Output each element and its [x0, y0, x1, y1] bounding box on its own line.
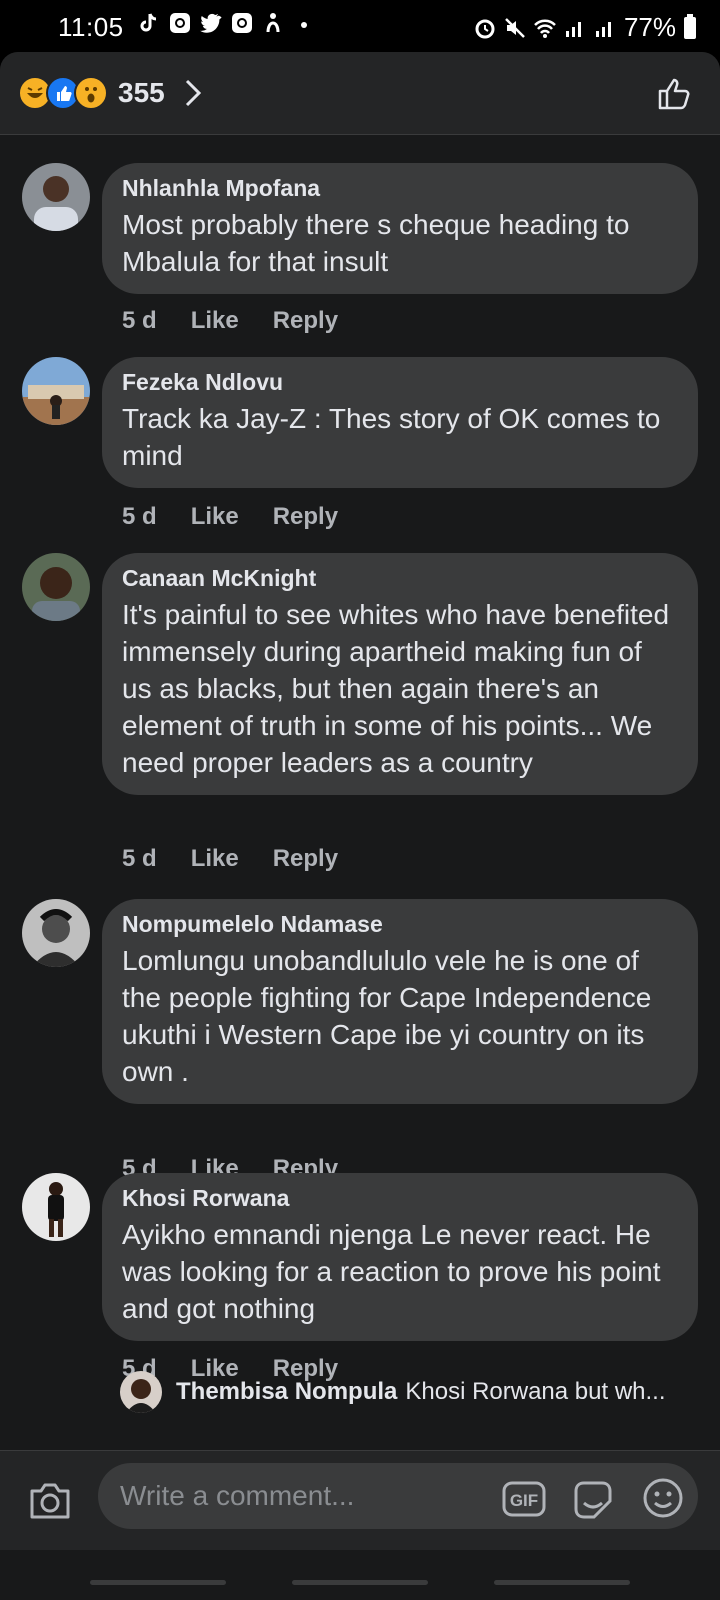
avatar[interactable]	[22, 163, 90, 231]
comment-actions: 5 d Like Reply	[122, 307, 338, 335]
comment-author[interactable]: Nompumelelo Ndamase	[122, 911, 678, 938]
sticker-icon[interactable]	[572, 1479, 614, 1521]
reply-button[interactable]: Reply	[273, 307, 338, 335]
wifi-icon	[534, 19, 556, 38]
instagram-icon-2	[232, 13, 252, 33]
previous-comment-fragment	[120, 135, 460, 139]
comment-text: Ayikho emnandi njenga Le never react. He…	[122, 1219, 661, 1324]
wow-icon	[74, 76, 108, 110]
comment-bubble[interactable]: Nhlanhla Mpofana Most probably there s c…	[102, 163, 698, 294]
reply-button[interactable]: Reply	[273, 503, 338, 531]
avatar[interactable]	[22, 1173, 90, 1241]
reply-author[interactable]: Thembisa Nompula	[176, 1378, 397, 1406]
comment-text: Most probably there s cheque heading to …	[122, 209, 630, 277]
signal-icon-2	[595, 21, 611, 37]
comment-bubble[interactable]: Khosi Rorwana Ayikho emnandi njenga Le n…	[102, 1173, 698, 1341]
comment-text: Lomlungu unobandlululo vele he is one of…	[122, 945, 652, 1087]
comment-bubble[interactable]: Canaan McKnight It's painful to see whit…	[102, 553, 698, 795]
nav-home-button[interactable]	[292, 1580, 428, 1585]
avatar[interactable]	[22, 357, 90, 425]
reply-text: Khosi Rorwana but wh...	[405, 1378, 666, 1405]
comment-time: 5 d	[122, 503, 157, 530]
notification-icons	[138, 12, 315, 34]
reactions-header: 355	[0, 52, 720, 135]
chevron-right-icon	[185, 79, 201, 107]
like-button[interactable]: Like	[191, 503, 239, 531]
comment-actions: 5 d Like Reply	[122, 845, 338, 873]
comment-actions: 5 d Like Reply	[122, 503, 338, 531]
comment-author[interactable]: Nhlanhla Mpofana	[122, 175, 678, 202]
comment-author[interactable]: Khosi Rorwana	[122, 1185, 678, 1212]
gif-icon[interactable]: GIF	[502, 1481, 546, 1517]
comment-composer: GIF	[0, 1450, 720, 1551]
comments-screen: 355 Nhlanhla Mpofana Most probably there…	[0, 52, 720, 1600]
comment-text: It's painful to see whites who have bene…	[122, 599, 670, 778]
camera-icon[interactable]	[28, 1481, 72, 1521]
like-button[interactable]: Like	[191, 307, 239, 335]
gif-label: GIF	[510, 1491, 538, 1510]
avatar[interactable]	[22, 899, 90, 967]
comment-author[interactable]: Canaan McKnight	[122, 565, 678, 592]
comments-list: Nhlanhla Mpofana Most probably there s c…	[0, 135, 720, 1450]
twitter-icon	[200, 13, 222, 33]
reaction-count: 355	[118, 77, 165, 108]
comment-bubble[interactable]: Fezeka Ndlovu Track ka Jay-Z : Thes stor…	[102, 357, 698, 488]
comment-time: 5 d	[122, 307, 157, 334]
system-icons: 77%	[474, 12, 696, 43]
battery-icon	[684, 13, 696, 39]
comment-time: 5 d	[122, 845, 157, 872]
battery-percent: 77%	[623, 12, 676, 42]
avatar[interactable]	[22, 553, 90, 621]
avatar[interactable]	[120, 1371, 162, 1413]
like-outline-icon[interactable]	[656, 74, 694, 112]
status-bar: 11:05 77%	[0, 0, 720, 52]
emoji-icon[interactable]	[642, 1477, 684, 1519]
system-navigation-bar	[0, 1550, 720, 1600]
status-time: 11:05	[58, 12, 124, 42]
tiktok-icon	[140, 13, 157, 32]
comment-author[interactable]: Fezeka Ndlovu	[122, 369, 678, 396]
nav-back-button[interactable]	[494, 1580, 630, 1585]
like-button[interactable]: Like	[191, 845, 239, 873]
mute-icon	[505, 17, 525, 38]
instagram-icon	[170, 13, 190, 33]
comment-text: Track ka Jay-Z : Thes story of OK comes …	[122, 403, 661, 471]
nav-recent-button[interactable]	[90, 1580, 226, 1585]
alarm-icon	[475, 19, 495, 38]
accessibility-icon	[266, 13, 280, 33]
signal-icon	[565, 21, 581, 37]
comment-bubble[interactable]: Nompumelelo Ndamase Lomlungu unobandlulu…	[102, 899, 698, 1104]
reply-preview[interactable]: Thembisa Nompula Khosi Rorwana but wh...	[120, 1371, 666, 1413]
dot-icon	[301, 22, 307, 28]
reply-button[interactable]: Reply	[273, 845, 338, 873]
reactions-summary[interactable]: 355	[18, 76, 203, 110]
